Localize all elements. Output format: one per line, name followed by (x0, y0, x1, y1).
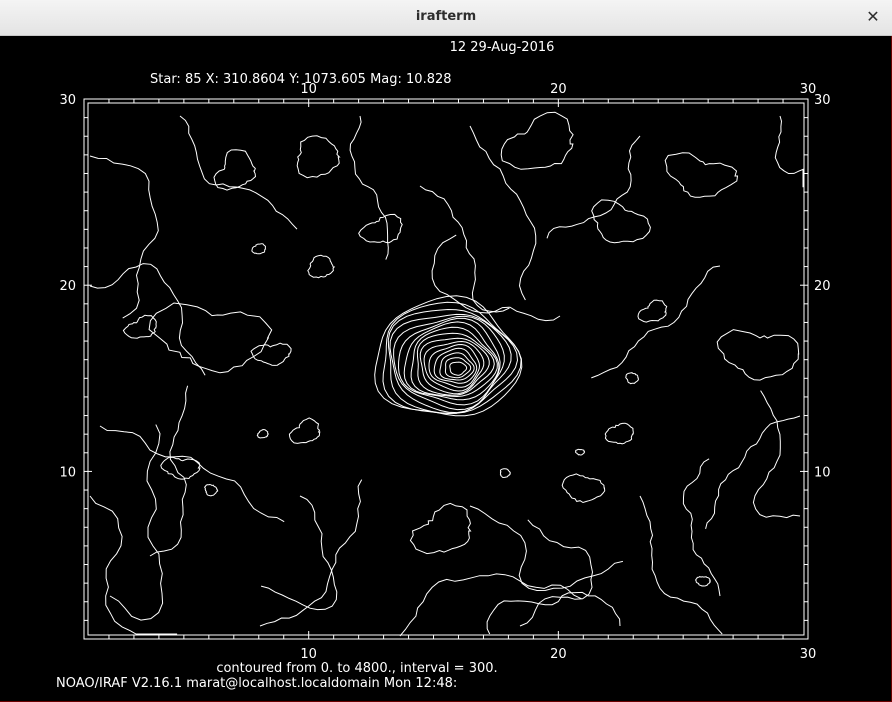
noise-contour (149, 385, 189, 557)
noise-contour (546, 135, 641, 239)
noise-contour (469, 505, 624, 592)
noise-contour (349, 115, 389, 260)
star-contour (419, 337, 490, 395)
y-tick-label-left: 10 (59, 465, 76, 480)
x-tick-label-bottom: 20 (550, 647, 567, 662)
noise-contour (499, 468, 511, 479)
contour-plot-area: 12 29-Aug-2016 Star: 85 X: 310.8604 Y: 1… (0, 36, 892, 702)
noise-contour (639, 495, 723, 635)
noise-contour (591, 265, 721, 379)
title-bar[interactable]: irafterm ✕ (0, 0, 892, 36)
contour-levels-text: contoured from 0. to 4800., interval = 3… (216, 661, 497, 676)
noise-contour (664, 152, 739, 198)
noise-contour (358, 213, 403, 244)
noise-contour (695, 576, 711, 587)
noise-contour (307, 254, 336, 279)
noise-contour (99, 425, 285, 523)
close-icon[interactable]: ✕ (864, 8, 882, 26)
x-tick-label-top: 20 (550, 82, 567, 97)
noise-contour (561, 473, 606, 504)
noise-contour (89, 263, 206, 376)
noise-contour (179, 115, 298, 230)
star-contour (428, 343, 481, 388)
contour-lines (89, 111, 804, 637)
star-contour (449, 361, 468, 376)
noise-contour (716, 329, 800, 381)
noise-contour (296, 135, 341, 179)
noise-contour (251, 243, 267, 255)
noise-contour (519, 519, 594, 627)
noise-contour (89, 155, 159, 319)
noise-contour (591, 199, 651, 244)
iraf-status-line: NOAO/IRAF V2.16.1 marat@localhost.locald… (56, 676, 457, 691)
y-tick-label-right: 10 (814, 465, 831, 480)
noise-contour (625, 372, 639, 385)
x-tick-label-bottom: 30 (800, 647, 817, 662)
noise-contour (431, 234, 561, 322)
contour-plot: 12 29-Aug-2016 Star: 85 X: 310.8604 Y: 1… (56, 40, 831, 691)
noise-contour (409, 502, 472, 555)
noise-contour (574, 448, 586, 456)
noise-contour (774, 115, 804, 188)
x-tick-label-top: 10 (300, 82, 317, 97)
noise-contour (259, 479, 363, 627)
noise-contour (288, 417, 321, 444)
x-tick-label-bottom: 10 (300, 647, 317, 662)
noise-contour (682, 458, 721, 597)
noise-contour (637, 299, 668, 323)
plot-title: 12 29-Aug-2016 (450, 40, 555, 55)
star-contour (439, 352, 475, 381)
noise-contour (604, 422, 634, 445)
y-tick-label-left: 20 (59, 279, 76, 294)
irafterm-window: irafterm ✕ 12 29-Aug-2016 Star: 85 X: 31… (0, 0, 892, 702)
noise-contour (203, 483, 219, 497)
noise-contour (469, 125, 537, 301)
noise-contour (89, 495, 178, 635)
noise-contour (148, 302, 273, 374)
noise-contour (752, 390, 801, 519)
window-title: irafterm (415, 9, 477, 24)
noise-contour (419, 185, 510, 313)
noise-contour (256, 428, 269, 439)
y-tick-label-right: 30 (814, 93, 831, 108)
noise-contour (500, 111, 574, 170)
noise-contour (705, 415, 801, 530)
star-contour (397, 317, 501, 406)
y-tick-label-left: 30 (59, 93, 76, 108)
noise-contour (399, 573, 582, 637)
y-tick-label-right: 20 (814, 279, 831, 294)
noise-contour (486, 591, 621, 635)
